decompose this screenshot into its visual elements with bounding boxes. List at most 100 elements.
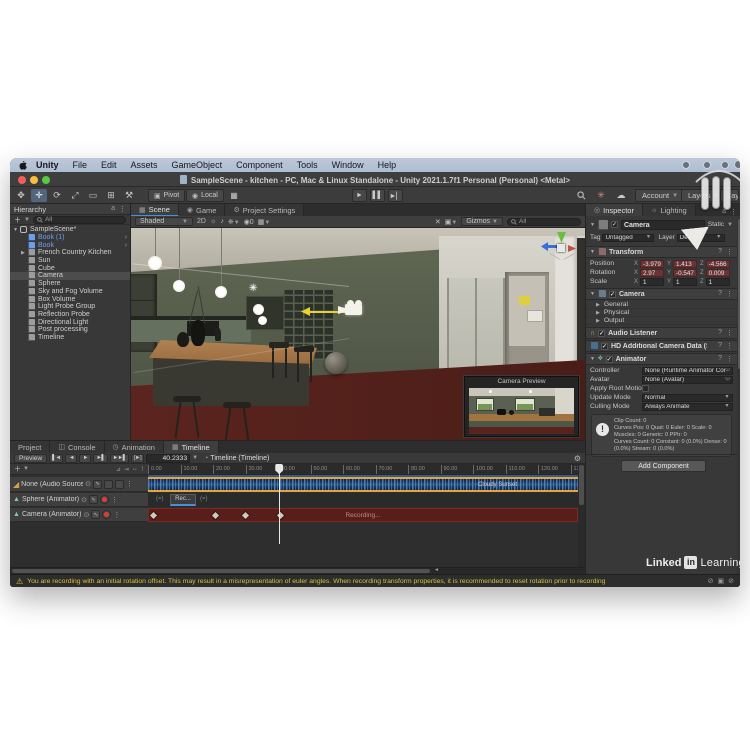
inspector-scrollbar[interactable] [737, 217, 740, 574]
lock-icon[interactable]: a [111, 205, 115, 213]
hierarchy-item-post-processing[interactable]: Post processing [10, 326, 130, 334]
tab-game[interactable]: ◉Game [179, 204, 226, 216]
kebab-menu-icon[interactable]: ⋮ [113, 511, 120, 519]
scale-y-field[interactable]: 1 [673, 278, 697, 286]
hierarchy-item-sphere[interactable]: Sphere [10, 280, 130, 288]
controller-object-field[interactable]: None (Runtime Animator Controller)⊙ [642, 367, 733, 375]
animator-component-header[interactable]: ▼⟡ ✓ Animator ?⋮ [586, 353, 737, 365]
foldout-icon[interactable]: ▼ [590, 222, 595, 228]
frame-field[interactable]: 40.2333 [146, 454, 190, 463]
timeline-ruler[interactable]: 0.0010.0020.0030.0040.0050.0060.0070.008… [148, 464, 578, 475]
status-bar[interactable]: ⚠ You are recording with an initial rota… [10, 574, 740, 587]
audio-listener-header[interactable]: ∩ ✓ Audio Listener ?⋮ [586, 327, 737, 339]
camera-foldout-general[interactable]: ▶General [586, 301, 737, 309]
toggle-2d-button[interactable]: 2D [197, 218, 206, 225]
menubar-status-icon[interactable] [682, 161, 690, 169]
object-picker-icon[interactable]: ⊙ [85, 480, 91, 488]
add-track-button[interactable]: ＋ [14, 464, 21, 474]
hierarchy-search-input[interactable]: All [33, 216, 126, 224]
cloud-icon[interactable]: ☁ [613, 189, 629, 202]
hierarchy-item-cube[interactable]: Cube [10, 264, 130, 272]
rotation-x-field[interactable]: 2.97 [640, 269, 664, 277]
keyframe-diamond[interactable] [212, 512, 219, 519]
menu-item-gameobject[interactable]: GameObject [165, 160, 230, 170]
menu-item-window[interactable]: Window [325, 160, 371, 170]
keyframe-diamond[interactable] [242, 512, 249, 519]
account-dropdown[interactable]: Account▼ [635, 189, 685, 202]
custom-tool-button[interactable]: ⚒ [121, 189, 137, 202]
prefab-chevron-icon[interactable]: › [125, 242, 130, 249]
curve-toggle-icon[interactable]: ∿ [89, 495, 98, 504]
play-button[interactable]: ► [352, 189, 367, 202]
scrollbar-thumb[interactable] [12, 569, 430, 573]
light-gizmo-icon[interactable]: ✳ [249, 283, 257, 294]
hd-camera-data-header[interactable]: ✓ HD Additional Camera Data (Script) ?⋮ [586, 340, 737, 352]
hand-tool-button[interactable]: ✥ [13, 189, 29, 202]
hierarchy-item-light-probe-group[interactable]: Light Probe Group [10, 303, 130, 311]
scroll-left-arrow-icon[interactable]: ◄ [434, 567, 439, 573]
hierarchy-item-sky-and-fog-volume[interactable]: Sky and Fog Volume [10, 288, 130, 296]
kebab-menu-icon[interactable]: ⋮ [726, 248, 733, 256]
gameobject-name-field[interactable]: Camera [621, 220, 705, 230]
menu-item-assets[interactable]: Assets [124, 160, 165, 170]
help-icon[interactable]: ? [718, 248, 722, 256]
chevron-down-icon[interactable]: ▼ [192, 455, 198, 461]
sphere-track-header[interactable]: ▲ Sphere (Animator) ⊙ ∿ ⋮ [10, 493, 148, 507]
hierarchy-item-french-country-kitchen[interactable]: ▶French Country Kitchen [10, 249, 130, 257]
sphere-object[interactable] [325, 352, 347, 374]
menu-item-edit[interactable]: Edit [94, 160, 124, 170]
object-picker-icon[interactable]: ⊙ [725, 367, 730, 374]
tab-lighting[interactable]: ☼Lighting [643, 204, 696, 216]
scale-x-field[interactable]: 1 [640, 278, 664, 286]
scene-grid-icon[interactable]: ▦▼ [258, 218, 271, 226]
gizmos-dropdown[interactable]: Gizmos▼ [461, 217, 503, 226]
play-timeline-button[interactable]: ► [79, 454, 91, 463]
sphere-recorded-clip[interactable]: Rec... [170, 494, 196, 506]
shading-mode-dropdown[interactable]: Shaded▼ [135, 217, 193, 226]
audio-clip[interactable]: Cloudy Sunset [148, 477, 578, 492]
curve-toggle-icon[interactable]: ∿ [91, 510, 100, 519]
light-gizmo-icon[interactable]: ✳ [150, 258, 158, 269]
scene-visibility-icon[interactable]: ◉0 [244, 218, 254, 226]
help-icon[interactable]: ? [718, 290, 722, 298]
light-gizmo-icon[interactable]: ✳ [175, 281, 182, 290]
scene-viewport[interactable]: ✳ ✳ ✳ ✳ [131, 228, 585, 440]
scene-audio-icon[interactable]: ♪ [220, 218, 224, 225]
timeline-settings-gear-icon[interactable]: ⚙ [574, 454, 581, 463]
local-toggle[interactable]: ◉Local [186, 189, 224, 202]
light-gizmo-icon[interactable]: ✳ [217, 287, 224, 296]
object-picker-icon[interactable]: ⊙ [81, 496, 87, 504]
apple-logo-icon[interactable] [18, 160, 27, 171]
kebab-menu-icon[interactable]: ⋮ [730, 208, 737, 216]
clip-ease-handle-icon[interactable]: (=) [200, 496, 208, 502]
console-filter-icon[interactable]: ▣ [718, 577, 725, 585]
scale-tool-button[interactable]: ⤢ [67, 189, 83, 202]
tab-scene[interactable]: ▦Scene [131, 204, 179, 216]
clip-edit-icon[interactable]: ⇥ [124, 466, 129, 473]
animator-checkbox[interactable]: ✓ [606, 356, 613, 363]
record-toggle-icon[interactable] [102, 510, 111, 519]
step-button[interactable]: ►▏ [388, 189, 403, 202]
orientation-gizmo[interactable] [543, 232, 579, 266]
object-picker-icon[interactable]: ⊙ [725, 376, 730, 383]
foldout-icon[interactable]: ▼ [13, 227, 20, 233]
kebab-menu-icon[interactable]: ⋮ [119, 205, 126, 213]
kebab-menu-icon[interactable]: ⋮ [726, 290, 733, 298]
hierarchy-item-directional-light[interactable]: Directional Light [10, 318, 130, 326]
scene-fx-icon[interactable]: ❈▼ [228, 218, 240, 226]
timeline-vscrollbar[interactable] [578, 464, 585, 568]
scrollbar-thumb[interactable] [579, 465, 584, 505]
menu-item-component[interactable]: Component [229, 160, 290, 170]
camera-foldout-physical[interactable]: ▶Physical [586, 309, 737, 317]
keyframe-diamond[interactable] [150, 512, 157, 519]
hierarchy-item-book[interactable]: Book› [10, 241, 130, 249]
record-toggle-icon[interactable] [100, 495, 109, 504]
menu-item-help[interactable]: Help [371, 160, 404, 170]
static-label[interactable]: Static [708, 221, 724, 228]
go-to-start-button[interactable]: ▌◄ [49, 454, 63, 463]
scale-z-field[interactable]: 1 [706, 278, 730, 286]
mute-toggle-icon[interactable] [104, 480, 113, 489]
timeline-hscrollbar[interactable]: ◄ [10, 567, 585, 574]
transform-tool-button[interactable]: ⊞ [103, 189, 119, 202]
playhead[interactable] [279, 464, 281, 544]
